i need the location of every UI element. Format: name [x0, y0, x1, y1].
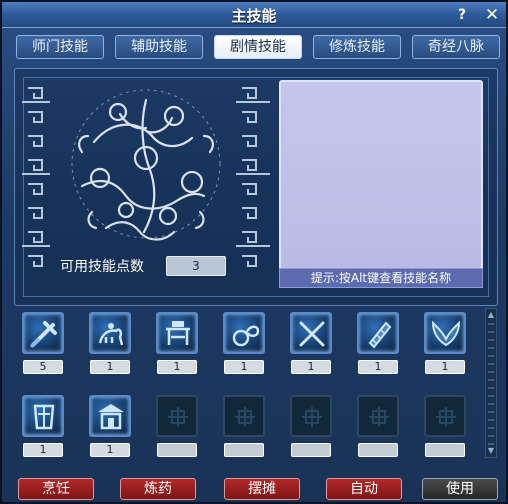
floral-medallion-icon	[22, 87, 270, 267]
skill-list-scrollbar[interactable]: ▲ ▼	[485, 308, 497, 458]
mounted-rider-skill-icon[interactable]	[89, 312, 131, 354]
close-icon[interactable]: ✕	[482, 5, 502, 25]
armor-skill-icon[interactable]	[22, 395, 64, 437]
vine-pattern	[71, 89, 221, 241]
skill-level-box: 1	[90, 360, 130, 374]
wings-skill-icon[interactable]	[424, 312, 466, 354]
tab-master-skills[interactable]: 师门技能	[16, 35, 104, 59]
scroll-down-arrow-icon[interactable]: ▼	[487, 447, 495, 455]
empty-slot-icon[interactable]	[290, 395, 332, 437]
tab-cultivation-skills[interactable]: 修炼技能	[313, 35, 401, 59]
skill-window: 主技能 ? ✕ 师门技能 辅助技能 剧情技能 修炼技能 奇经八脉 可用技能点数 …	[0, 0, 508, 504]
title-bar[interactable]: 主技能 ? ✕	[2, 2, 506, 28]
skill-points-label: 可用技能点数	[60, 259, 144, 275]
skill-level-box	[224, 443, 264, 457]
skill-level-box	[157, 443, 197, 457]
cook-button[interactable]: 烹饪	[18, 478, 94, 500]
skill-level-box: 1	[90, 443, 130, 457]
skill-level-box	[358, 443, 398, 457]
skill-level-box: 5	[23, 360, 63, 374]
skill-level-box: 1	[157, 360, 197, 374]
use-button[interactable]: 使用	[422, 478, 498, 500]
scroll-up-arrow-icon[interactable]: ▲	[487, 311, 495, 319]
empty-slot-icon[interactable]	[223, 395, 265, 437]
skill-points-value: 3	[166, 256, 226, 276]
auto-button[interactable]: 自动	[326, 478, 402, 500]
tab-support-skills[interactable]: 辅助技能	[115, 35, 203, 59]
crossed-blades-skill-icon[interactable]	[290, 312, 332, 354]
right-meander-border	[236, 87, 270, 267]
skill-description-panel	[279, 80, 483, 288]
shrine-skill-icon[interactable]	[89, 395, 131, 437]
empty-slot-icon[interactable]	[156, 395, 198, 437]
stall-button[interactable]: 摆摊	[224, 478, 300, 500]
tab-story-skills[interactable]: 剧情技能	[214, 35, 302, 59]
rope-loop-skill-icon[interactable]	[223, 312, 265, 354]
alt-hint-text: 提示:按Alt键查看技能名称	[279, 268, 483, 288]
help-icon[interactable]: ?	[452, 5, 472, 25]
tab-meridian-skills[interactable]: 奇经八脉	[412, 35, 500, 59]
empty-slot-icon[interactable]	[357, 395, 399, 437]
skill-level-box: 1	[425, 360, 465, 374]
skill-level-box: 1	[23, 443, 63, 457]
skill-level-box: 1	[224, 360, 264, 374]
skill-level-box: 1	[358, 360, 398, 374]
skill-level-box	[425, 443, 465, 457]
whetstone-skill-icon[interactable]	[357, 312, 399, 354]
hammer-skill-icon[interactable]	[22, 312, 64, 354]
crafting-table-skill-icon[interactable]	[156, 312, 198, 354]
empty-slot-icon[interactable]	[424, 395, 466, 437]
skill-level-box: 1	[291, 360, 331, 374]
window-title: 主技能	[231, 7, 277, 25]
scroll-track[interactable]	[488, 323, 494, 447]
skill-level-box	[291, 443, 331, 457]
alchemy-button[interactable]: 炼药	[120, 478, 196, 500]
left-meander-border	[22, 87, 50, 267]
